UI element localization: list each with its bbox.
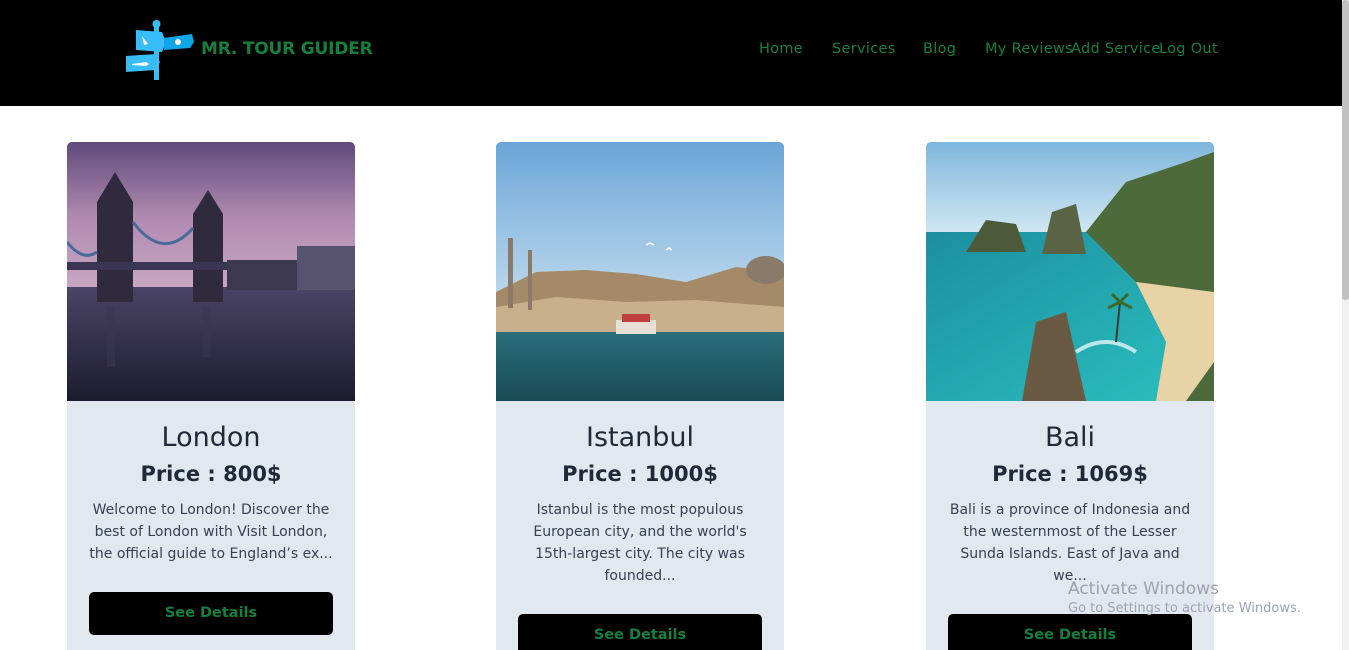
see-details-button[interactable]: See Details: [89, 592, 333, 635]
card-title: London: [161, 422, 261, 453]
nav-add-service-link[interactable]: Add Service: [1071, 41, 1161, 57]
card-price: Price : 800$: [140, 462, 282, 486]
scrollbar-track[interactable]: [1342, 0, 1349, 650]
signpost-icon[interactable]: [122, 20, 198, 82]
service-card-london: London Price : 800$ Welcome to London! D…: [67, 142, 355, 650]
nav-logout-link[interactable]: Log Out: [1159, 41, 1218, 57]
card-price: Price : 1069$: [992, 462, 1148, 486]
card-title: Istanbul: [585, 422, 695, 453]
watermark-subtitle: Go to Settings to activate Windows.: [1068, 601, 1301, 616]
navbar: MR. TOUR GUIDER Home Services Blog My Re…: [0, 0, 1342, 106]
activate-windows-watermark: Activate Windows Go to Settings to activ…: [1068, 579, 1301, 616]
service-card-bali: Bali Price : 1069$ Bali is a province of…: [926, 142, 1214, 650]
watermark-title: Activate Windows: [1068, 579, 1219, 599]
brand-name[interactable]: MR. TOUR GUIDER: [201, 39, 373, 59]
card-price: Price : 1000$: [562, 462, 718, 486]
see-details-button[interactable]: See Details: [518, 614, 762, 650]
nav-blog-link[interactable]: Blog: [923, 41, 956, 57]
card-description: Bali is a province of Indonesia and the …: [949, 502, 1191, 584]
card-title: Bali: [1044, 422, 1096, 453]
nav-services-link[interactable]: Services: [832, 41, 896, 57]
scrollbar-thumb[interactable]: [1342, 0, 1349, 300]
card-description: Welcome to London! Discover the best of …: [89, 502, 333, 562]
london-image: [67, 142, 355, 401]
service-card-istanbul: Istanbul Price : 1000$ Istanbul is the m…: [496, 142, 784, 650]
nav-my-reviews-link[interactable]: My Reviews: [985, 41, 1073, 57]
nav-home-link[interactable]: Home: [759, 41, 803, 57]
istanbul-image: [496, 142, 784, 401]
card-description: Istanbul is the most populous European c…: [533, 502, 747, 584]
see-details-button[interactable]: See Details: [948, 614, 1192, 650]
bali-image: [926, 142, 1214, 401]
